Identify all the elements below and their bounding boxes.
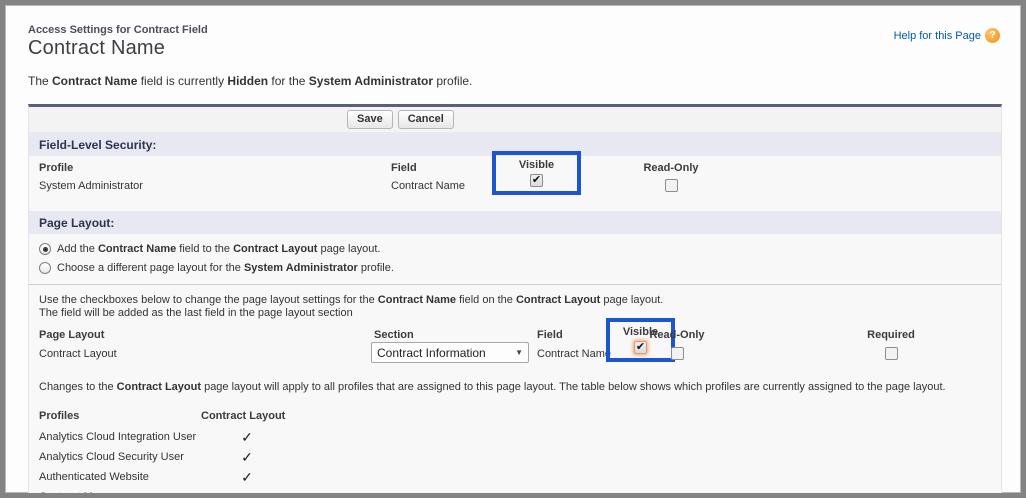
page-layout-body: Add the Contract Name field to the Contr…: [29, 234, 1001, 498]
read-only-checkbox[interactable]: [665, 179, 678, 192]
radio2-text: profile.: [358, 262, 394, 274]
column-header-field: Field: [391, 162, 417, 174]
save-button[interactable]: Save: [347, 110, 393, 129]
button-group: Save Cancel: [347, 110, 454, 129]
status-sentence: The Contract Name field is currently Hid…: [28, 74, 1002, 88]
field-value: Contract Name: [537, 348, 611, 360]
intro-text: profile.: [433, 74, 472, 88]
read-only-checkbox[interactable]: [671, 347, 684, 360]
radio-label: Add the Contract Name field to the Contr…: [57, 243, 380, 255]
page-layout-table: Page Layout Contract Layout Section Cont…: [29, 327, 1001, 371]
radio2-profile: System Administrator: [244, 262, 358, 274]
column-header-read-only: Read-Only: [621, 162, 721, 174]
changes-text: page layout will apply to all profiles t…: [201, 381, 946, 393]
profiles-table: Profiles Contract Layout Analytics Cloud…: [39, 405, 1001, 498]
column-header-profiles: Profiles: [39, 410, 201, 422]
column-header-profile: Profile: [39, 162, 73, 174]
radio-option-add-field[interactable]: Add the Contract Name field to the Contr…: [39, 242, 1001, 256]
profiles-header-row: Profiles Contract Layout: [39, 405, 1001, 427]
radio1-text: page layout.: [317, 243, 380, 255]
column-header-section: Section: [374, 329, 414, 341]
radio-button-selected[interactable]: [39, 243, 51, 255]
instructions-line1: Use the checkboxes below to change the p…: [39, 294, 1001, 307]
profile-row: Analytics Cloud Integration User ✓: [39, 427, 1001, 447]
read-only-cell: [627, 347, 727, 363]
profile-row: Analytics Cloud Security User ✓: [39, 447, 1001, 467]
intro-profile: System Administrator: [309, 74, 433, 88]
radio2-text: Choose a different page layout for the: [57, 262, 244, 274]
column-header-field: Field: [537, 329, 563, 341]
assigned-check-icon: ✓: [241, 449, 253, 465]
field-value: Contract Name: [391, 180, 465, 192]
radio1-text: Add the: [57, 243, 98, 255]
assigned-check-icon: ✓: [241, 469, 253, 485]
visible-checkbox[interactable]: ✔: [530, 174, 543, 187]
profile-row: Contract Manager ✓: [39, 487, 1001, 498]
section-select-value: Contract Information: [377, 346, 486, 360]
profile-name: Authenticated Website: [39, 471, 201, 483]
form-block: Save Cancel Field-Level Security: Profil…: [28, 104, 1002, 498]
help-link-label: Help for this Page: [894, 30, 981, 42]
intro-text: The: [28, 74, 52, 88]
screenshot-frame: Access Settings for Contract Field Contr…: [0, 0, 1026, 498]
profile-name: Analytics Cloud Integration User: [39, 431, 201, 443]
help-link[interactable]: Help for this Page ?: [894, 28, 1000, 43]
column-header-read-only: Read-Only: [627, 329, 727, 341]
assigned-check-icon: ✓: [241, 429, 253, 445]
profile-value: System Administrator: [39, 180, 143, 192]
section-header-page-layout: Page Layout:: [29, 211, 1001, 234]
page-content: Access Settings for Contract Field Contr…: [28, 5, 1002, 498]
changes-text: Changes to the: [39, 381, 117, 393]
intro-field-name: Contract Name: [52, 74, 137, 88]
profile-name: Contract Manager: [39, 491, 201, 498]
column-header-visible: Visible: [519, 159, 554, 171]
chevron-down-icon: ▼: [515, 348, 523, 357]
assigned-check-icon: ✓: [241, 489, 253, 498]
intro-text: for the: [268, 74, 309, 88]
instr-layout: Contract Layout: [516, 294, 600, 306]
page-kicker: Access Settings for Contract Field: [28, 24, 1002, 36]
radio1-text: field to the: [176, 243, 233, 255]
divider: [29, 284, 1001, 285]
instr-text: Use the checkboxes below to change the p…: [39, 294, 378, 306]
visible-highlight-box: Visible ✔: [492, 151, 581, 195]
field-level-security-table: Profile Field System Administrator Contr…: [29, 156, 1001, 211]
required-checkbox[interactable]: [885, 347, 898, 360]
changes-note: Changes to the Contract Layout page layo…: [39, 381, 1001, 393]
button-row: Save Cancel: [29, 107, 1001, 133]
instr-text: field on the: [456, 294, 516, 306]
page-title: Contract Name: [28, 37, 1002, 60]
radio-button-unselected[interactable]: [39, 262, 51, 274]
column-header-page-layout: Page Layout: [39, 329, 104, 341]
instr-field: Contract Name: [378, 294, 456, 306]
radio-label: Choose a different page layout for the S…: [57, 262, 394, 274]
help-icon[interactable]: ?: [985, 28, 1000, 43]
instructions: Use the checkboxes below to change the p…: [39, 294, 1001, 320]
profile-row: Authenticated Website ✓: [39, 467, 1001, 487]
section-select[interactable]: Contract Information ▼: [371, 342, 529, 363]
intro-text: field is currently: [137, 74, 227, 88]
profile-name: Analytics Cloud Security User: [39, 451, 201, 463]
instr-text: page layout.: [600, 294, 663, 306]
read-only-cell: [621, 179, 721, 195]
radio1-layout: Contract Layout: [233, 243, 317, 255]
radio1-field: Contract Name: [98, 243, 176, 255]
required-cell: [841, 347, 941, 363]
column-header-required: Required: [841, 329, 941, 341]
intro-visibility: Hidden: [227, 74, 268, 88]
radio-option-choose-layout[interactable]: Choose a different page layout for the S…: [39, 261, 1001, 275]
column-header-contract-layout: Contract Layout: [201, 410, 285, 422]
cancel-button[interactable]: Cancel: [398, 110, 454, 129]
changes-layout: Contract Layout: [117, 381, 201, 393]
instructions-line2: The field will be added as the last fiel…: [39, 307, 1001, 320]
page-layout-value: Contract Layout: [39, 348, 117, 360]
